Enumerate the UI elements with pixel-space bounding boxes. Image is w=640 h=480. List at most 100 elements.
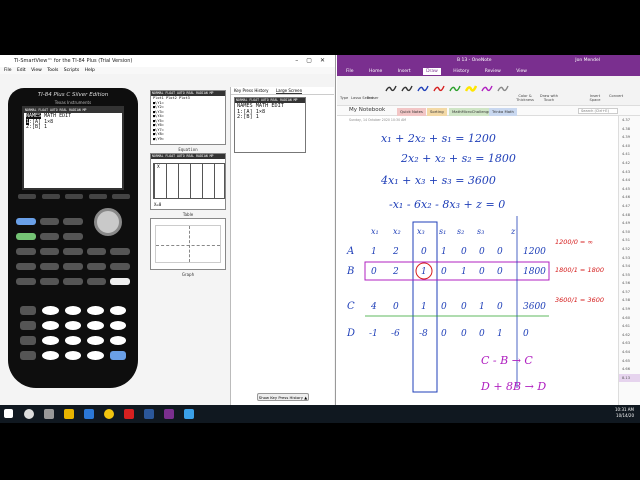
page-item[interactable]: 4.45 <box>619 185 640 194</box>
page-item[interactable]: 4.37 <box>619 116 640 125</box>
page-item[interactable]: 4.65 <box>619 357 640 366</box>
key-cos[interactable] <box>63 263 83 270</box>
ink-canvas[interactable]: x₁ + 2x₂ + s₁ = 1200 2x₂ + x₂ + s₂ = 180… <box>337 116 617 405</box>
key-ln[interactable] <box>20 321 37 330</box>
page-item[interactable]: 4.51 <box>619 236 640 245</box>
key-multiply[interactable] <box>109 306 126 315</box>
key-vars[interactable] <box>86 248 107 255</box>
section-tab-trinka[interactable]: Trinka Math <box>489 108 517 116</box>
onenote-user[interactable]: Jon Mendel <box>575 55 600 67</box>
menu-help[interactable]: Help <box>85 68 95 73</box>
page-item[interactable]: 4.61 <box>619 322 640 331</box>
key-graph[interactable] <box>112 194 130 199</box>
key-square[interactable] <box>16 278 36 285</box>
page-item[interactable]: 4.63 <box>619 339 640 348</box>
task-view-icon[interactable] <box>44 409 54 419</box>
key-4[interactable] <box>42 321 59 330</box>
page-item[interactable]: 4.44 <box>619 176 640 185</box>
menu-view[interactable]: View <box>31 68 42 73</box>
key-on[interactable] <box>20 351 37 360</box>
search-input[interactable]: Search (Ctrl+E) <box>578 108 618 114</box>
page-item[interactable]: 4.47 <box>619 202 640 211</box>
menu-review[interactable]: Review <box>482 68 504 75</box>
key-stat[interactable] <box>63 233 83 240</box>
ribbon-type[interactable]: Type <box>340 96 348 100</box>
page-item[interactable]: 4.57 <box>619 288 640 297</box>
key-alpha[interactable] <box>16 233 36 240</box>
menu-scripts[interactable]: Scripts <box>64 68 79 73</box>
graph-panel[interactable]: Graph <box>150 218 226 277</box>
menu-insert[interactable]: Insert <box>395 68 414 75</box>
key-comma[interactable] <box>39 278 60 285</box>
onenote-taskbar-icon[interactable] <box>164 409 174 419</box>
notebook-dropdown[interactable]: My Notebook <box>349 107 385 113</box>
key-divide[interactable] <box>110 278 130 285</box>
search-icon[interactable] <box>24 409 34 419</box>
pen-icon[interactable] <box>401 82 413 94</box>
key-decimal[interactable] <box>64 351 82 360</box>
key-lparen[interactable] <box>63 278 83 285</box>
ribbon-insert-space[interactable]: Insert Space <box>585 94 605 102</box>
key-prgm[interactable] <box>63 248 83 255</box>
smartview-taskbar-icon[interactable] <box>184 409 194 419</box>
key-negative[interactable] <box>87 351 104 360</box>
key-mode[interactable] <box>39 218 60 225</box>
page-item[interactable]: 4.59 <box>619 305 640 314</box>
show-key-press-history-button[interactable]: Show Key Press History ▲ <box>257 393 309 401</box>
page-item[interactable]: 4.39 <box>619 133 640 142</box>
page-item[interactable]: 4.54 <box>619 262 640 271</box>
menu-draw[interactable]: Draw <box>423 68 441 75</box>
page-item[interactable]: 8.13 <box>619 373 640 383</box>
key-log[interactable] <box>20 306 37 315</box>
pen-icon[interactable] <box>433 82 445 94</box>
ribbon-draw-with-touch[interactable]: Draw with Touch <box>537 94 561 102</box>
page-item[interactable]: 4.41 <box>619 150 640 159</box>
menu-edit[interactable]: Edit <box>17 68 26 73</box>
key-8[interactable] <box>64 306 82 315</box>
menu-view[interactable]: View <box>513 68 530 75</box>
key-1[interactable] <box>42 336 59 345</box>
onenote-page[interactable]: Sunday, 14 October 2020 10:30 AM x₁ + 2x… <box>337 116 617 405</box>
app-icon[interactable] <box>124 409 134 419</box>
edge-icon[interactable] <box>84 409 94 419</box>
page-item[interactable]: 4.64 <box>619 348 640 357</box>
page-item[interactable]: 4.53 <box>619 254 640 263</box>
ribbon-eraser[interactable]: Eraser <box>367 96 379 100</box>
key-minus[interactable] <box>109 321 126 330</box>
key-tan[interactable] <box>86 263 107 270</box>
key-sto[interactable] <box>20 336 37 345</box>
page-item[interactable]: 4.60 <box>619 314 640 323</box>
pen-icon[interactable] <box>385 82 397 94</box>
ribbon-convert[interactable]: Convert <box>609 94 623 98</box>
pen-icon[interactable] <box>417 82 429 94</box>
key-math[interactable] <box>16 248 36 255</box>
page-item[interactable]: 4.48 <box>619 211 640 220</box>
pen-icon[interactable] <box>481 82 493 94</box>
key-2[interactable] <box>64 336 82 345</box>
tab-key-press-history[interactable]: Key Press History <box>234 88 269 93</box>
page-item[interactable]: 4.43 <box>619 168 640 177</box>
section-tab-quick-notes[interactable]: Quick Notes <box>397 108 426 116</box>
key-power[interactable] <box>110 263 130 270</box>
start-icon[interactable] <box>4 409 13 418</box>
key-9[interactable] <box>87 306 104 315</box>
key-y-equals[interactable] <box>18 194 36 199</box>
key-enter[interactable] <box>109 351 126 360</box>
key-3[interactable] <box>87 336 104 345</box>
menu-home[interactable]: Home <box>366 68 385 75</box>
table-panel[interactable]: NORMAL FLOAT AUTO REAL RADIAN MP X X=0 T… <box>150 153 226 217</box>
page-item[interactable]: 4.42 <box>619 159 640 168</box>
key-7[interactable] <box>42 306 59 315</box>
section-tab-sorting[interactable]: Sorting <box>427 108 447 116</box>
key-2nd[interactable] <box>16 218 36 225</box>
equation-panel[interactable]: NORMAL FLOAT AUTO REAL RADIAN MP Plot1 P… <box>150 90 226 151</box>
pen-icon[interactable] <box>497 82 509 94</box>
page-item[interactable]: 4.50 <box>619 228 640 237</box>
key-window[interactable] <box>41 194 60 199</box>
page-item[interactable]: 4.49 <box>619 219 640 228</box>
key-trace[interactable] <box>88 194 107 199</box>
page-item[interactable]: 4.52 <box>619 245 640 254</box>
key-apps[interactable] <box>39 248 60 255</box>
key-rparen[interactable] <box>86 278 107 285</box>
word-icon[interactable] <box>144 409 154 419</box>
